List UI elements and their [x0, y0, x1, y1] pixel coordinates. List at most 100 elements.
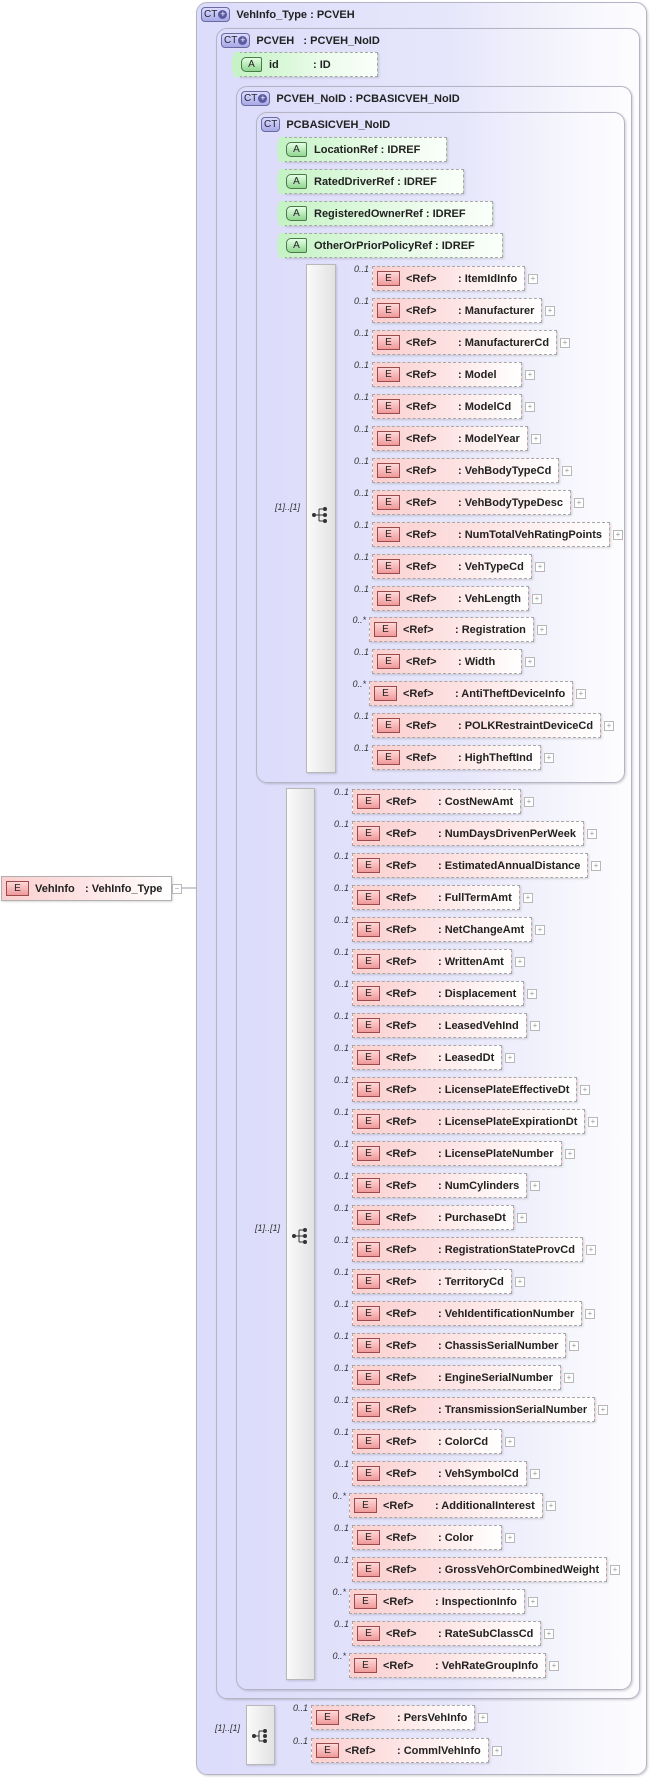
element-ref-polkrestraintdevicecd[interactable]: E <Ref>: POLKRestraintDeviceCd [372, 713, 602, 738]
expand-plus-icon[interactable]: + [564, 1373, 574, 1383]
element-ref-licenseplateeffectivedt[interactable]: E <Ref>: LicensePlateEffectiveDt [352, 1077, 578, 1102]
element-ref-fulltermamt[interactable]: E <Ref>: FullTermAmt [352, 885, 520, 910]
expand-plus-icon[interactable]: + [565, 1149, 575, 1159]
expand-plus-icon[interactable]: + [524, 797, 534, 807]
expand-plus-icon[interactable]: + [544, 753, 554, 763]
expand-plus-icon[interactable]: + [562, 466, 572, 476]
expand-plus-icon[interactable]: + [549, 1661, 559, 1671]
attribute-id[interactable]: Aid: ID [239, 52, 378, 77]
attribute-3[interactable]: A OtherOrPriorPolicyRef : IDREF [284, 233, 503, 258]
expand-plus-icon[interactable]: + [580, 1085, 590, 1095]
element-ref-color[interactable]: E <Ref>: Color [352, 1525, 502, 1550]
element-ref-colorcd[interactable]: E <Ref>: ColorCd [352, 1429, 502, 1454]
expand-plus-icon[interactable]: + [527, 989, 537, 999]
element-ref-estimatedannualdistance[interactable]: E <Ref>: EstimatedAnnualDistance [352, 853, 589, 878]
expand-plus-icon[interactable]: + [544, 1629, 554, 1639]
element-ref-purchasedt[interactable]: E <Ref>: PurchaseDt [352, 1205, 514, 1230]
expand-plus-icon[interactable]: + [535, 925, 545, 935]
element-ref-modelyear[interactable]: E <Ref>: ModelYear [372, 426, 528, 451]
element-ref-manufacturer[interactable]: E <Ref>: Manufacturer [372, 298, 543, 323]
expand-plus-icon[interactable]: + [505, 1437, 515, 1447]
expand-plus-icon[interactable]: + [532, 594, 542, 604]
element-ref-displacement[interactable]: E <Ref>: Displacement [352, 981, 525, 1006]
element-ref-vehlength[interactable]: E <Ref>: VehLength [372, 586, 529, 611]
expand-plus-icon[interactable]: + [515, 957, 525, 967]
expand-plus-icon[interactable]: + [505, 1053, 515, 1063]
element-ref-inspectioninfo[interactable]: E <Ref>: InspectionInfo [349, 1589, 525, 1614]
expand-plus-icon[interactable]: + [530, 1021, 540, 1031]
expand-plus-icon[interactable]: + [546, 1501, 556, 1511]
element-ref-vehsymbolcd[interactable]: E <Ref>: VehSymbolCd [352, 1461, 527, 1486]
element-ref-numtotalvehratingpoints[interactable]: E <Ref>: NumTotalVehRatingPoints [372, 522, 611, 547]
expand-plus-icon[interactable]: + [587, 829, 597, 839]
element-ref-commlvehinfo[interactable]: E <Ref>: CommlVehInfo [311, 1738, 489, 1763]
element-ref-vehtypecd[interactable]: E <Ref>: VehTypeCd [372, 554, 532, 579]
attribute-1[interactable]: A RatedDriverRef : IDREF [284, 169, 464, 194]
element-ref-territorycd[interactable]: E <Ref>: TerritoryCd [352, 1269, 512, 1294]
element-name: : NetChangeAmt [438, 923, 525, 936]
expand-plus-icon[interactable]: + [515, 1277, 525, 1287]
expand-plus-icon[interactable]: + [525, 370, 535, 380]
expand-plus-icon[interactable]: + [604, 721, 614, 731]
element-ref-modelcd[interactable]: E <Ref>: ModelCd [372, 394, 522, 419]
element-ref-licenseplatenumber[interactable]: E <Ref>: LicensePlateNumber [352, 1141, 562, 1166]
expand-plus-icon[interactable]: + [517, 1213, 527, 1223]
expand-plus-icon[interactable]: + [545, 306, 555, 316]
expand-plus-icon[interactable]: + [528, 274, 538, 284]
expand-plus-icon[interactable]: + [569, 1341, 579, 1351]
element-ref-ratesubclasscd[interactable]: E <Ref>: RateSubClassCd [352, 1621, 542, 1646]
element-ref-netchangeamt[interactable]: E <Ref>: NetChangeAmt [352, 917, 533, 942]
expand-plus-icon[interactable]: + [574, 498, 584, 508]
expand-plus-icon[interactable]: + [478, 1713, 488, 1723]
element-ref-costnewamt[interactable]: E <Ref>: CostNewAmt [352, 789, 522, 814]
element-ref-persvehinfo[interactable]: E <Ref>: PersVehInfo [311, 1705, 476, 1730]
element-ref-numdaysdrivenperweek[interactable]: E <Ref>: NumDaysDrivenPerWeek [352, 821, 584, 846]
expand-plus-icon[interactable]: + [528, 1597, 538, 1607]
element-ref-transmissionserialnumber[interactable]: E <Ref>: TransmissionSerialNumber [352, 1397, 596, 1422]
element-vehinfo[interactable]: E VehInfo: VehInfo_Type [1, 876, 172, 901]
expand-plus-icon[interactable]: + [530, 1469, 540, 1479]
element-ref-vehbodytypecd[interactable]: E <Ref>: VehBodyTypeCd [372, 458, 560, 483]
expand-plus-icon[interactable]: + [576, 689, 586, 699]
element-ref-registration[interactable]: E <Ref>: Registration [369, 617, 534, 642]
element-ref-writtenamt[interactable]: E <Ref>: WrittenAmt [352, 949, 512, 974]
element-ref-leasedvehind[interactable]: E <Ref>: LeasedVehInd [352, 1013, 527, 1038]
expand-plus-icon[interactable]: + [492, 1746, 502, 1756]
expand-plus-icon[interactable]: + [525, 657, 535, 667]
attribute-0[interactable]: A LocationRef : IDREF [284, 137, 447, 162]
element-ref-numcylinders[interactable]: E <Ref>: NumCylinders [352, 1173, 528, 1198]
element-ref-registrationstateprovcd[interactable]: E <Ref>: RegistrationStateProvCd [352, 1237, 583, 1262]
expand-plus-icon[interactable]: + [585, 1309, 595, 1319]
element-ref-additionalinterest[interactable]: E <Ref>: AdditionalInterest [349, 1493, 543, 1518]
element-ref-itemidinfo[interactable]: E <Ref>: ItemIdInfo [372, 266, 526, 291]
element-ref-hightheftind[interactable]: E <Ref>: HighTheftInd [372, 745, 541, 770]
expand-plus-icon[interactable]: + [505, 1533, 515, 1543]
element-ref-antitheftdeviceinfo[interactable]: E <Ref>: AntiTheftDeviceInfo [369, 681, 574, 706]
element-ref-grossvehorcombinedweight[interactable]: E <Ref>: GrossVehOrCombinedWeight [352, 1557, 608, 1582]
expand-plus-icon[interactable]: + [535, 562, 545, 572]
element-ref-model[interactable]: E <Ref>: Model [372, 362, 522, 387]
expand-plus-icon[interactable]: + [610, 1565, 620, 1575]
element-ref-leaseddt[interactable]: E <Ref>: LeasedDt [352, 1045, 503, 1070]
element-ref-engineserialnumber[interactable]: E <Ref>: EngineSerialNumber [352, 1365, 561, 1390]
element-ref-manufacturercd[interactable]: E <Ref>: ManufacturerCd [372, 330, 558, 355]
expand-plus-icon[interactable]: + [537, 625, 547, 635]
element-ref-width[interactable]: E <Ref>: Width [372, 649, 522, 674]
expand-plus-icon[interactable]: + [591, 861, 601, 871]
expand-plus-icon[interactable]: + [588, 1117, 598, 1127]
expand-plus-icon[interactable]: + [530, 1181, 540, 1191]
expand-plus-icon[interactable]: + [560, 338, 570, 348]
element-ref-licenseplateexpirationdt[interactable]: E <Ref>: LicensePlateExpirationDt [352, 1109, 586, 1134]
element-ref-chassisserialnumber[interactable]: E <Ref>: ChassisSerialNumber [352, 1333, 567, 1358]
element-ref-vehidentificationnumber[interactable]: E <Ref>: VehIdentificationNumber [352, 1301, 583, 1326]
expand-plus-icon[interactable]: + [525, 402, 535, 412]
attribute-2[interactable]: A RegisteredOwnerRef : IDREF [284, 201, 493, 226]
element-ref-vehrategroupinfo[interactable]: E <Ref>: VehRateGroupInfo [349, 1653, 547, 1678]
collapse-minus-icon[interactable]: − [172, 884, 182, 894]
expand-plus-icon[interactable]: + [613, 530, 623, 540]
expand-plus-icon[interactable]: + [586, 1245, 596, 1255]
expand-plus-icon[interactable]: + [531, 434, 541, 444]
expand-plus-icon[interactable]: + [523, 893, 533, 903]
expand-plus-icon[interactable]: + [598, 1405, 608, 1415]
element-ref-vehbodytypedesc[interactable]: E <Ref>: VehBodyTypeDesc [372, 490, 571, 515]
